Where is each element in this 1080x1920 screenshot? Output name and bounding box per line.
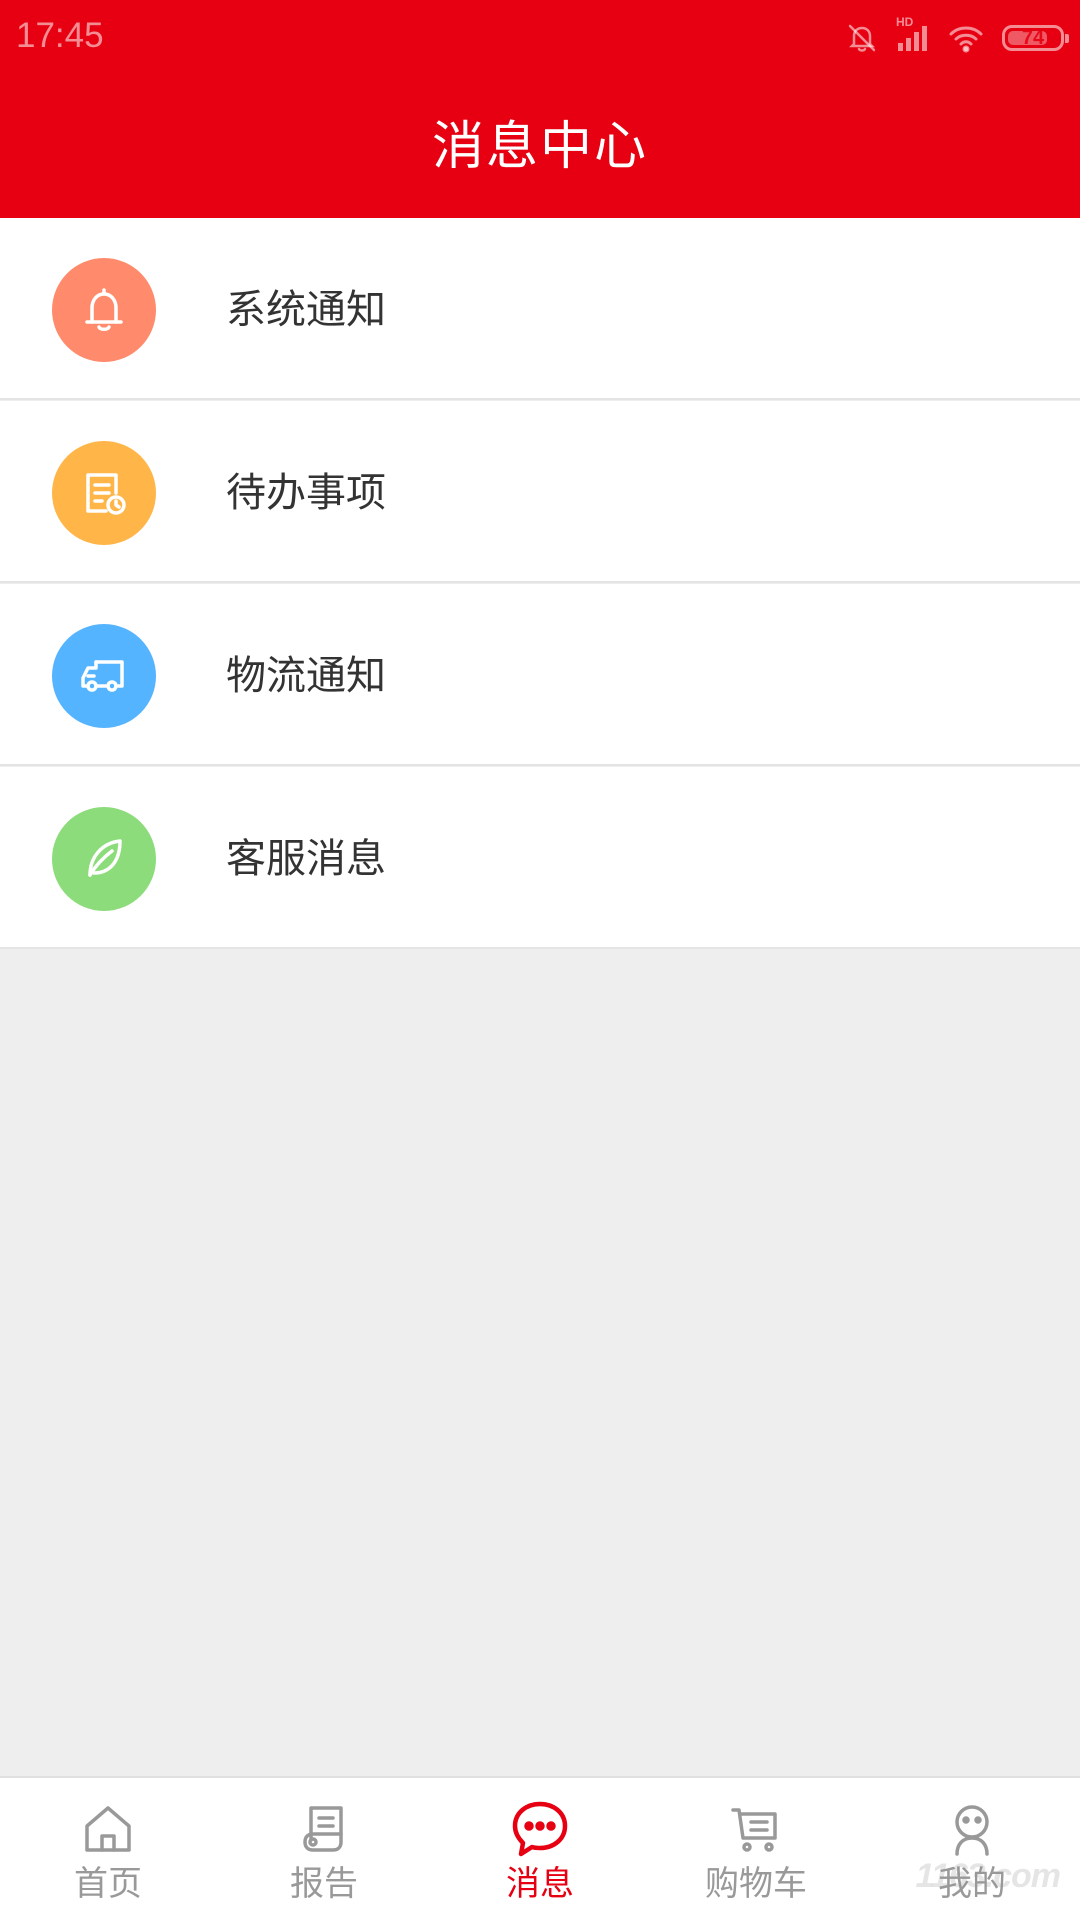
message-icon xyxy=(509,1798,571,1860)
tab-report[interactable]: 报告 xyxy=(216,1778,432,1920)
tab-label: 购物车 xyxy=(705,1864,807,1904)
todo-icon xyxy=(52,441,156,545)
tab-profile[interactable]: 我的 xyxy=(864,1778,1080,1920)
battery-icon: 74 xyxy=(1002,25,1069,51)
wifi-icon xyxy=(948,23,984,53)
list-item-label: 系统通知 xyxy=(226,287,386,333)
cart-icon xyxy=(727,1798,785,1860)
leaf-icon xyxy=(52,807,156,911)
tab-messages[interactable]: 消息 xyxy=(432,1778,648,1920)
profile-icon xyxy=(943,1798,1001,1860)
tab-home[interactable]: 首页 xyxy=(0,1778,216,1920)
list-item-system-notice[interactable]: 系统通知 xyxy=(0,218,1080,400)
tab-cart[interactable]: 购物车 xyxy=(648,1778,864,1920)
message-list: 系统通知 待办事项 物流通知 客服消息 xyxy=(0,218,1080,950)
muted-bell-icon xyxy=(846,22,878,54)
truck-icon xyxy=(52,624,156,728)
header: 17:45 HD 74 消息中心 xyxy=(0,0,1080,218)
report-icon xyxy=(295,1798,353,1860)
tab-label: 消息 xyxy=(506,1864,574,1904)
tab-label: 报告 xyxy=(290,1864,358,1904)
status-bar: 17:45 HD 74 xyxy=(0,0,1080,76)
list-item-todo[interactable]: 待办事项 xyxy=(0,401,1080,583)
message-center-screen: 17:45 HD 74 消息中心 系统通知 待办事项 物流通知 客服消息 首页 … xyxy=(0,0,1080,1920)
list-item-customer-service[interactable]: 客服消息 xyxy=(0,767,1080,949)
list-item-label: 物流通知 xyxy=(226,653,386,699)
tab-label: 首页 xyxy=(74,1864,142,1904)
status-time: 17:45 xyxy=(16,16,104,55)
list-item-label: 客服消息 xyxy=(226,836,386,882)
status-icons: HD 74 xyxy=(846,15,1069,58)
network-type-label: HD xyxy=(896,15,914,29)
page-title: 消息中心 xyxy=(431,117,648,177)
list-item-label: 待办事项 xyxy=(226,470,386,516)
bottom-tab-bar: 首页 报告 消息 购物车 我的 1163.com xyxy=(0,1776,1080,1920)
list-item-logistics[interactable]: 物流通知 xyxy=(0,584,1080,766)
home-icon xyxy=(79,1798,137,1860)
watermark-logo: 1163.com xyxy=(915,1857,1061,1895)
bell-icon xyxy=(52,258,156,362)
signal-icon: HD xyxy=(896,15,930,53)
battery-level: 74 xyxy=(1021,27,1045,49)
